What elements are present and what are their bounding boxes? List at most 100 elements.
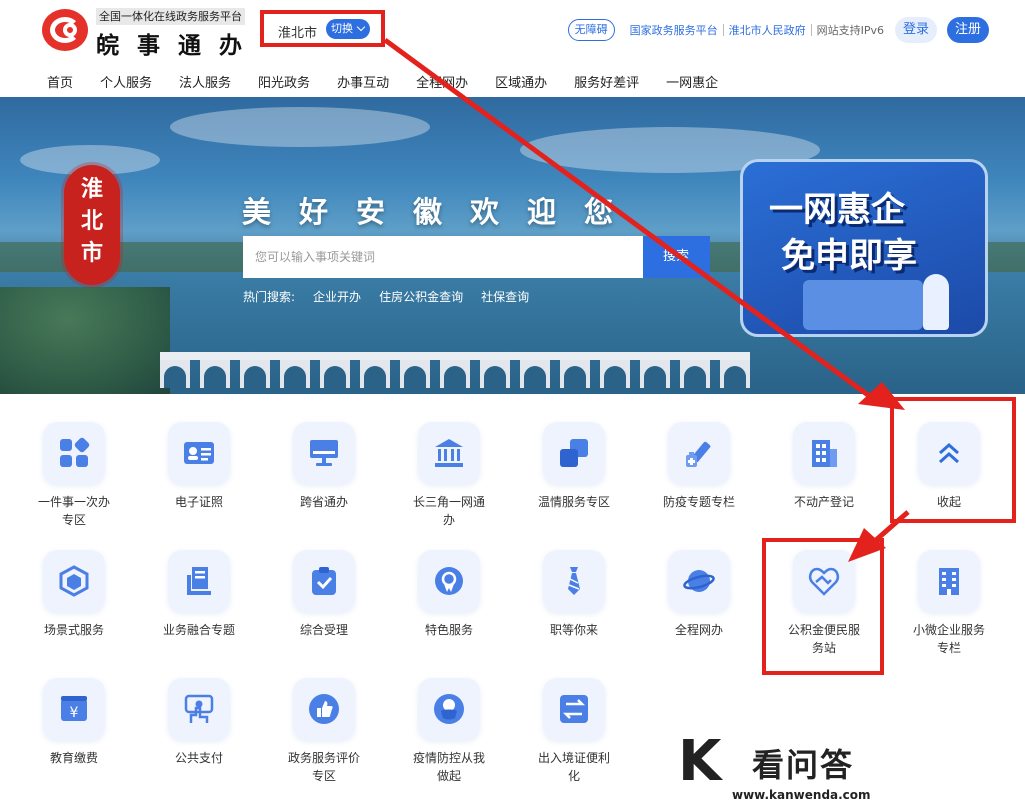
service-label: 小微企业服务专栏 <box>912 623 985 655</box>
service-small-business[interactable]: 小微企业服务专栏 <box>889 550 1009 657</box>
site-slogan: 全国一体化在线政务服务平台 <box>96 8 245 25</box>
service-full-online[interactable]: 全程网办 <box>639 550 759 639</box>
link-city-government[interactable]: 淮北市人民政府 <box>724 22 811 38</box>
apartment-building-icon <box>933 565 965 597</box>
main-nav: 首页 个人服务 法人服务 阳光政务 办事互动 全程网办 区域通办 服务好差评 一… <box>47 72 745 91</box>
site-logo-icon[interactable] <box>42 9 88 51</box>
service-epidemic-control[interactable]: 疫情防控从我做起 <box>389 678 509 785</box>
watermark-text: 看问答 <box>752 746 855 784</box>
service-scenario[interactable]: 场景式服务 <box>14 550 134 639</box>
service-label: 长三角一网通办 <box>412 495 485 527</box>
service-featured[interactable]: 特色服务 <box>389 550 509 639</box>
enterprise-benefits-promo[interactable]: 一网惠企 免申即享 <box>740 159 988 337</box>
nav-item-home[interactable]: 首页 <box>47 72 73 91</box>
nav-item-interaction[interactable]: 办事互动 <box>337 72 389 91</box>
ipv6-notice: 网站支持IPv6 <box>816 24 884 37</box>
cube-icon <box>58 565 90 597</box>
nav-item-service-review[interactable]: 服务好差评 <box>574 72 639 91</box>
nav-item-regional[interactable]: 区域通办 <box>495 72 547 91</box>
service-label: 出入境证便利化 <box>537 751 610 783</box>
watermark-url: www.kanwenda.com <box>732 788 871 802</box>
current-city: 淮北市 <box>278 26 318 41</box>
city-switch-button[interactable]: 切换 <box>326 19 370 39</box>
city-selector[interactable]: 淮北市 切换 <box>260 10 385 47</box>
city-switch-label: 切换 <box>331 22 353 35</box>
site-name[interactable]: 皖事通办 <box>96 26 260 60</box>
watermark-logo: K <box>678 729 722 794</box>
service-immigration[interactable]: 出入境证便利化 <box>514 678 634 785</box>
nav-item-full-online[interactable]: 全程网办 <box>416 72 468 91</box>
thumbs-up-icon <box>308 693 340 725</box>
annotation-highlight-collapse <box>890 397 1016 523</box>
illustration-desk <box>803 280 923 330</box>
nav-item-enterprise-benefits[interactable]: 一网惠企 <box>666 72 718 91</box>
site-header: 全国一体化在线政务服务平台 皖事通办 淮北市 切换 无障碍 国家政务服务平台 淮… <box>0 0 1025 62</box>
city-seal-text: 淮北市 <box>80 176 103 266</box>
government-building-icon <box>433 437 465 469</box>
service-label: 不动产登记 <box>793 495 854 509</box>
service-label: 特色服务 <box>424 623 473 637</box>
service-yangtze-delta[interactable]: 长三角一网通办 <box>389 422 509 529</box>
hot-search-link[interactable]: 社保查询 <box>481 288 529 305</box>
illustration-person <box>923 274 949 330</box>
link-national-platform[interactable]: 国家政务服务平台 <box>625 22 723 38</box>
service-label: 业务融合专题 <box>162 623 235 637</box>
hand-payment-icon <box>183 693 215 725</box>
tree-cluster <box>0 287 170 394</box>
overlap-squares-icon <box>558 437 590 469</box>
exchange-arrows-icon <box>558 693 590 725</box>
yuan-payment-icon: ¥ <box>58 693 90 725</box>
service-education-payment[interactable]: ¥ 教育缴费 <box>14 678 134 767</box>
service-jobs[interactable]: 职等你来 <box>514 550 634 639</box>
hot-search-label: 热门搜索: <box>243 290 296 304</box>
svg-text:¥: ¥ <box>70 705 79 721</box>
service-label: 温情服务专区 <box>537 495 610 509</box>
necktie-icon <box>558 565 590 597</box>
service-label: 全程网办 <box>674 623 723 637</box>
hero-banner: 淮北市 美好安徽欢迎您 您可以输入事项关键词 搜索 热门搜索: 企业开办 住房公… <box>0 97 1025 394</box>
service-label: 疫情防控从我做起 <box>412 751 485 783</box>
nav-item-legal-entity[interactable]: 法人服务 <box>179 72 231 91</box>
city-seal: 淮北市 <box>64 165 120 285</box>
hot-searches: 热门搜索: 企业开办 住房公积金查询 社保查询 <box>243 288 547 305</box>
arch-bridge <box>160 352 750 394</box>
clipboard-check-icon <box>308 565 340 597</box>
login-button[interactable]: 登录 <box>894 17 937 43</box>
top-links: 无障碍 国家政务服务平台 淮北市人民政府 网站支持IPv6 登录 注册 <box>567 17 989 43</box>
service-comprehensive-acceptance[interactable]: 综合受理 <box>264 550 384 639</box>
service-e-license[interactable]: 电子证照 <box>139 422 259 511</box>
annotation-highlight-housing-fund <box>762 538 884 675</box>
planet-icon <box>683 565 715 597</box>
service-epidemic-prevention[interactable]: 防疫专题专栏 <box>639 422 759 511</box>
nav-item-open-government[interactable]: 阳光政务 <box>258 72 310 91</box>
service-label: 教育缴费 <box>49 751 98 765</box>
blocks-icon <box>58 437 90 469</box>
service-label: 综合受理 <box>299 623 348 637</box>
service-public-payment[interactable]: 公共支付 <box>139 678 259 767</box>
search-button[interactable]: 搜索 <box>643 236 710 278</box>
service-label: 职等你来 <box>549 623 598 637</box>
service-label: 一件事一次办专区 <box>37 495 110 527</box>
syringe-icon <box>683 437 715 469</box>
service-one-thing-once[interactable]: 一件事一次办专区 <box>14 422 134 529</box>
service-label: 跨省通办 <box>299 495 348 509</box>
hot-search-link[interactable]: 企业开办 <box>313 288 361 305</box>
register-button[interactable]: 注册 <box>946 17 989 43</box>
cloud <box>170 107 430 147</box>
welcome-heading: 美好安徽欢迎您 <box>242 195 642 229</box>
search-input[interactable]: 您可以输入事项关键词 <box>243 236 643 278</box>
id-card-icon <box>183 437 215 469</box>
accessibility-button[interactable]: 无障碍 <box>567 19 615 41</box>
service-label: 防疫专题专栏 <box>662 495 735 509</box>
hot-search-link[interactable]: 住房公积金查询 <box>379 288 463 305</box>
service-label: 场景式服务 <box>43 623 104 637</box>
mask-icon <box>433 693 465 725</box>
service-business-integration[interactable]: 业务融合专题 <box>139 550 259 639</box>
service-cross-province[interactable]: 跨省通办 <box>264 422 384 511</box>
service-label: 电子证照 <box>174 495 223 509</box>
service-warm-service[interactable]: 温情服务专区 <box>514 422 634 511</box>
service-evaluation[interactable]: 政务服务评价专区 <box>264 678 384 785</box>
service-real-estate[interactable]: 不动产登记 <box>764 422 884 511</box>
nav-item-personal[interactable]: 个人服务 <box>100 72 152 91</box>
watermark: K 看问答 www.kanwenda.com <box>676 728 906 804</box>
